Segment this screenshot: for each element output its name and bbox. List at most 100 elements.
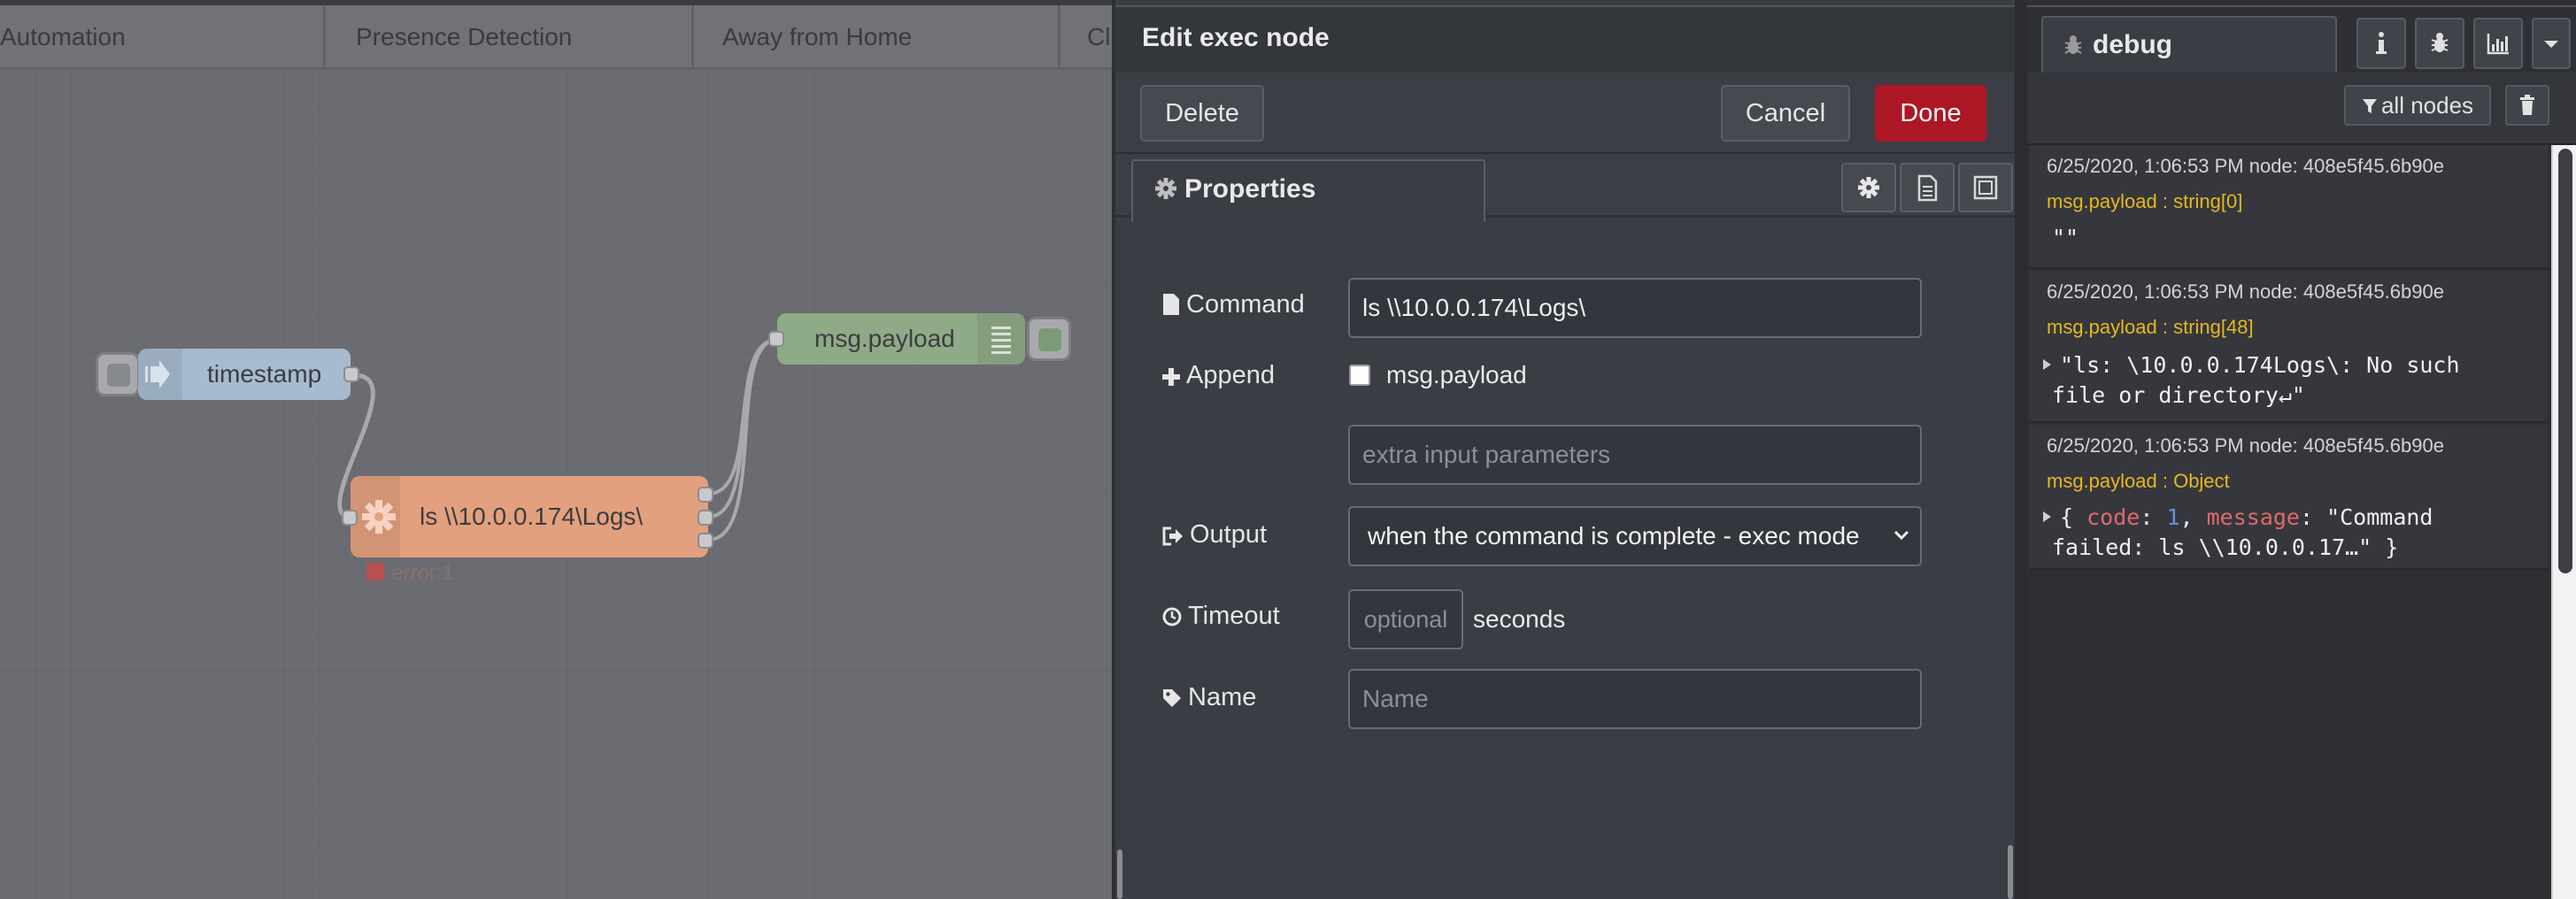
expand-triangle-icon[interactable] xyxy=(2043,511,2051,522)
message-topic: msg.payload : string[0] xyxy=(2047,190,2243,212)
label-text: Append xyxy=(1186,361,1275,389)
output-label: Output xyxy=(1161,517,1267,552)
sign-out-icon xyxy=(1162,526,1183,546)
scrollbar-thumb[interactable] xyxy=(2558,149,2572,573)
filter-icon xyxy=(2362,99,2377,113)
obj-sep: , xyxy=(2179,504,2207,530)
filter-nodes-button[interactable]: all nodes xyxy=(2344,85,2491,126)
timeout-unit-label: seconds xyxy=(1473,605,1566,633)
properties-tab-bar: Properties xyxy=(1115,154,2015,221)
command-input[interactable]: ls \\10.0.0.174\Logs\ xyxy=(1348,278,1922,338)
tab-debug[interactable]: debug xyxy=(2041,16,2337,74)
dialog-title: Edit exec node xyxy=(1115,5,2015,73)
workspace[interactable]: Automation Presence Detection Away from … xyxy=(0,0,1112,899)
node-label: timestamp xyxy=(207,360,322,388)
body-line: file or directory↵" xyxy=(2052,382,2305,408)
cancel-button[interactable]: Cancel xyxy=(1721,85,1850,142)
done-button[interactable]: Done xyxy=(1875,85,1986,142)
extra-parameters-input[interactable]: extra input parameters xyxy=(1348,425,1922,485)
label-text: Name xyxy=(1188,683,1257,711)
trash-icon xyxy=(2520,95,2534,115)
inject-node[interactable]: timestamp xyxy=(138,349,351,400)
tag-icon xyxy=(1163,689,1181,707)
name-input[interactable]: Name xyxy=(1348,669,1922,729)
debug-sidebar: debug all nodes 6/25/2020, 1:06:53 PM no… xyxy=(2015,0,2576,899)
list-icon xyxy=(977,313,1025,365)
select-value: when the command is complete - exec mode xyxy=(1368,522,1860,549)
exec-output-port-stdout[interactable] xyxy=(698,487,713,503)
node-description-tab[interactable] xyxy=(1900,163,1955,212)
delete-button[interactable]: Delete xyxy=(1140,85,1264,142)
filter-label: all nodes xyxy=(2380,92,2474,119)
node-settings-tab[interactable] xyxy=(1841,163,1896,212)
gear-icon xyxy=(1155,178,1176,199)
editor-scrollbar-right[interactable] xyxy=(2008,845,2013,899)
exec-input-port[interactable] xyxy=(342,510,358,526)
node-label: ls \\10.0.0.174\Logs\ xyxy=(420,503,644,530)
sidebar-menu-button[interactable] xyxy=(2532,18,2571,69)
obj-string: "Command xyxy=(2326,504,2433,530)
inject-output-port[interactable] xyxy=(343,366,359,382)
label-text: Output xyxy=(1190,520,1268,549)
message-body[interactable]: "ls: \10.0.0.174Logs\: No such xyxy=(2043,350,2460,380)
debug-message[interactable]: 6/25/2020, 1:06:53 PM node: 408e5f45.6b9… xyxy=(2029,425,2548,570)
editor-scrollbar-left[interactable] xyxy=(1117,849,1122,899)
debug-message[interactable]: 6/25/2020, 1:06:53 PM node: 408e5f45.6b9… xyxy=(2029,145,2548,269)
sidebar-scrollbar[interactable] xyxy=(2551,145,2576,899)
message-body: "" xyxy=(2052,225,2079,250)
message-body[interactable]: { code: 1, message: "Command xyxy=(2043,503,2433,533)
node-appearance-tab[interactable] xyxy=(1958,163,2013,212)
bug-icon xyxy=(2064,35,2082,54)
debug-toggle-button[interactable] xyxy=(1027,317,1071,361)
append-checkbox-label: msg.payload xyxy=(1386,361,1527,388)
status-text: error:1 xyxy=(391,561,454,585)
tab-properties[interactable]: Properties xyxy=(1131,159,1485,221)
clear-messages-button[interactable] xyxy=(2505,85,2549,126)
obj-sep: : xyxy=(2140,504,2167,530)
debug-input-port[interactable] xyxy=(768,331,784,347)
output-mode-select[interactable]: when the command is complete - exec mode xyxy=(1348,506,1922,566)
plus-icon xyxy=(1162,368,1180,386)
inject-button[interactable] xyxy=(96,352,140,396)
label-text: Timeout xyxy=(1188,602,1280,630)
name-label: Name xyxy=(1161,680,1256,715)
node-label: msg.payload xyxy=(814,325,955,352)
message-meta: 6/25/2020, 1:06:53 PM node: 408e5f45.6b9… xyxy=(2047,280,2444,303)
arrow-icon xyxy=(138,349,182,400)
debug-message[interactable]: 6/25/2020, 1:06:53 PM node: 408e5f45.6b9… xyxy=(2029,271,2548,423)
info-icon xyxy=(2376,32,2387,54)
expand-triangle-icon[interactable] xyxy=(2043,359,2051,370)
gear-icon xyxy=(1858,177,1879,198)
obj-key: message xyxy=(2206,504,2300,530)
debug-node[interactable]: msg.payload xyxy=(777,313,1025,365)
obj-key: code xyxy=(2086,504,2140,530)
sidebar-tab-bar: debug xyxy=(2027,5,2576,74)
edit-dialog: Edit exec node Delete Cancel Done Proper… xyxy=(1112,0,2015,899)
dialog-toolbar: Delete Cancel Done xyxy=(1115,73,2015,154)
appearance-icon xyxy=(1973,175,1998,200)
message-topic: msg.payload : string[48] xyxy=(2047,316,2254,338)
message-topic: msg.payload : Object xyxy=(2047,470,2230,492)
append-payload-checkbox[interactable] xyxy=(1349,365,1370,386)
dashboard-button[interactable] xyxy=(2473,18,2523,69)
timeout-label: Timeout xyxy=(1161,598,1280,634)
debug-toolbar: all nodes xyxy=(2027,73,2576,145)
debug-message-list: 6/25/2020, 1:06:53 PM node: 408e5f45.6b9… xyxy=(2029,145,2548,899)
properties-form: Command ls \\10.0.0.174\Logs\ Append msg… xyxy=(1115,221,2015,899)
gear-icon xyxy=(351,476,400,557)
exec-output-port-stderr[interactable] xyxy=(698,510,713,526)
info-button[interactable] xyxy=(2356,18,2406,69)
caret-down-icon xyxy=(2544,41,2558,48)
obj-sep: : xyxy=(2299,504,2327,530)
exec-output-port-rc[interactable] xyxy=(698,533,713,549)
message-meta: 6/25/2020, 1:06:53 PM node: 408e5f45.6b9… xyxy=(2047,434,2444,457)
file-text-icon xyxy=(1917,174,1938,202)
command-label: Command xyxy=(1161,287,1305,322)
append-label: Append xyxy=(1161,357,1275,393)
tab-label: Properties xyxy=(1184,174,1316,204)
wires xyxy=(337,338,778,542)
debug-button[interactable] xyxy=(2415,18,2464,69)
exec-node[interactable]: ls \\10.0.0.174\Logs\ xyxy=(351,476,708,557)
timeout-input[interactable]: optional xyxy=(1348,589,1463,649)
body-line: failed: ls \\10.0.0.17…" } xyxy=(2052,534,2399,560)
